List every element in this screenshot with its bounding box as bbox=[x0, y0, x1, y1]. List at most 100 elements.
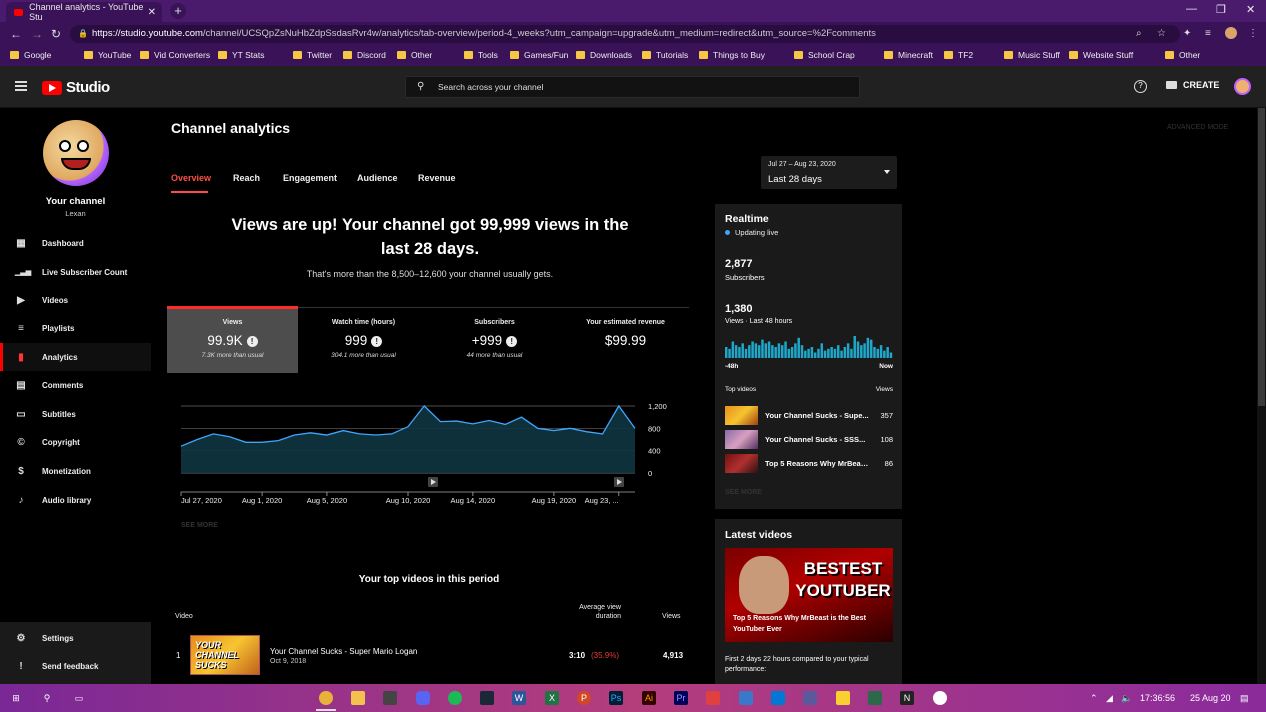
restore-icon[interactable]: ❐ bbox=[1216, 3, 1226, 16]
volume-icon[interactable]: 🔈 bbox=[1121, 693, 1132, 704]
latest-video-thumbnail[interactable]: BESTEST YOUTUBER Top 5 Reasons Why MrBea… bbox=[725, 548, 893, 642]
metric-card-subscribers[interactable]: Subscribers +999! 44 more than usual bbox=[429, 308, 560, 373]
discord-icon[interactable] bbox=[416, 691, 430, 705]
zoom-icon[interactable]: ⌕ bbox=[1136, 28, 1142, 39]
media-player-icon[interactable] bbox=[383, 691, 397, 705]
profile-avatar[interactable] bbox=[1225, 27, 1237, 39]
tab-reach[interactable]: Reach bbox=[233, 173, 260, 183]
help-icon[interactable]: ? bbox=[1134, 80, 1147, 93]
sidebar-item-audio-library[interactable]: ♪ Audio library bbox=[0, 486, 151, 514]
mail-icon[interactable] bbox=[771, 691, 785, 705]
create-button[interactable]: CREATE bbox=[1166, 80, 1219, 90]
tab-engagement[interactable]: Engagement bbox=[283, 173, 337, 183]
clock-date[interactable]: 25 Aug 20 bbox=[1190, 693, 1231, 703]
bookmark-item[interactable]: Music Stuff bbox=[1004, 50, 1060, 60]
bookmark-item[interactable]: Twitter bbox=[293, 50, 332, 60]
search-icon[interactable]: ⚲ bbox=[40, 691, 54, 705]
notes-icon[interactable] bbox=[739, 691, 753, 705]
word-icon[interactable]: W bbox=[512, 691, 526, 705]
bookmark-item[interactable]: Things to Buy bbox=[699, 50, 765, 60]
bookmark-item[interactable]: Discord bbox=[343, 50, 386, 60]
sidebar-item-videos[interactable]: ▶ Videos bbox=[0, 286, 151, 314]
bookmark-item[interactable]: Tutorials bbox=[642, 50, 688, 60]
tab-overview[interactable]: Overview bbox=[171, 173, 211, 183]
sidebar-item-comments[interactable]: ▤ Comments bbox=[0, 371, 151, 399]
close-window-icon[interactable]: ✕ bbox=[1246, 3, 1255, 16]
powerpoint-icon[interactable]: P bbox=[577, 691, 591, 705]
info-icon[interactable]: ! bbox=[371, 336, 383, 347]
url-bar[interactable]: 🔒 https://studio.youtube.com/channel/UCSQ… bbox=[70, 25, 1180, 43]
sticky-notes-icon[interactable] bbox=[836, 691, 850, 705]
tray-chevron-icon[interactable]: ⌃ bbox=[1090, 693, 1098, 704]
see-more-link[interactable]: SEE MORE bbox=[725, 489, 762, 496]
close-tab-icon[interactable]: ✕ bbox=[148, 7, 156, 18]
photoshop-icon[interactable]: Ps bbox=[609, 691, 623, 705]
hamburger-menu-icon[interactable] bbox=[15, 81, 27, 91]
tab-audience[interactable]: Audience bbox=[357, 173, 398, 183]
bookmark-item[interactable]: Other bbox=[397, 50, 432, 60]
new-tab-button[interactable]: + bbox=[170, 3, 186, 19]
illustrator-icon[interactable]: Ai bbox=[642, 691, 656, 705]
see-more-link[interactable]: SEE MORE bbox=[181, 522, 218, 529]
windows-start-icon[interactable]: ⊞ bbox=[9, 691, 23, 705]
tab-revenue[interactable]: Revenue bbox=[418, 173, 456, 183]
metric-card-watch-time[interactable]: Watch time (hours) 999! 304.1 more than … bbox=[298, 308, 429, 373]
table-row[interactable]: 1 YOUR CHANNEL SUCKS Your Channel Sucks … bbox=[171, 634, 691, 676]
bookmark-item[interactable]: YT Stats bbox=[218, 50, 264, 60]
premiere-icon[interactable]: Pr bbox=[674, 691, 688, 705]
app-icon[interactable] bbox=[706, 691, 720, 705]
sidebar-item-settings[interactable]: ⚙ Settings bbox=[0, 624, 151, 652]
info-icon[interactable]: ! bbox=[506, 336, 518, 347]
date-range-picker[interactable]: Jul 27 – Aug 23, 2020 Last 28 days bbox=[761, 156, 897, 189]
extensions-icon[interactable]: ✦ bbox=[1183, 28, 1191, 39]
excel-icon[interactable]: X bbox=[545, 691, 559, 705]
bookmark-item[interactable]: Games/Fun bbox=[510, 50, 568, 60]
notion-icon[interactable]: N bbox=[900, 691, 914, 705]
sidebar-item-monetization[interactable]: $ Monetization bbox=[0, 457, 151, 485]
steam-icon[interactable] bbox=[480, 691, 494, 705]
studio-logo[interactable]: Studio bbox=[42, 79, 110, 96]
notifications-icon[interactable]: ▤ bbox=[1240, 693, 1249, 704]
scrollbar-thumb[interactable] bbox=[1258, 108, 1265, 406]
minimize-icon[interactable]: — bbox=[1186, 3, 1197, 15]
spotify-icon[interactable] bbox=[448, 691, 462, 705]
bookmark-star-icon[interactable]: ☆ bbox=[1157, 28, 1166, 39]
list-item[interactable]: Your Channel Sucks - Supe... 357 bbox=[725, 406, 893, 426]
metric-card-revenue[interactable]: Your estimated revenue $99.99 bbox=[560, 308, 691, 373]
forward-icon[interactable]: → bbox=[31, 27, 43, 41]
channel-avatar[interactable] bbox=[43, 120, 109, 186]
reload-icon[interactable]: ↻ bbox=[51, 27, 61, 41]
browser-menu-icon[interactable]: ⋮ bbox=[1248, 28, 1258, 39]
sidebar-item-send-feedback[interactable]: ! Send feedback bbox=[0, 652, 151, 680]
info-icon[interactable]: ! bbox=[246, 336, 258, 347]
bookmark-item[interactable]: Downloads bbox=[576, 50, 632, 60]
wifi-icon[interactable]: ◢ bbox=[1106, 693, 1113, 704]
list-item[interactable]: Top 5 Reasons Why MrBeas... 86 bbox=[725, 454, 893, 474]
back-icon[interactable]: ← bbox=[10, 27, 22, 41]
file-explorer-icon[interactable] bbox=[351, 691, 365, 705]
sidebar-item-live-subscriber-count[interactable]: ▁▃▅ Live Subscriber Count bbox=[0, 258, 151, 286]
bookmark-item[interactable]: School Crap bbox=[794, 50, 855, 60]
clock-time[interactable]: 17:36:56 bbox=[1140, 693, 1175, 703]
sidebar-item-analytics[interactable]: ▮ Analytics bbox=[0, 343, 151, 371]
bookmark-item[interactable]: Vid Converters bbox=[140, 50, 210, 60]
video-thumbnail[interactable]: YOUR CHANNEL SUCKS bbox=[190, 635, 260, 675]
sidebar-item-playlists[interactable]: ≡ Playlists bbox=[0, 314, 151, 342]
account-avatar[interactable] bbox=[1234, 78, 1251, 95]
bookmark-item[interactable]: Other bbox=[1165, 50, 1200, 60]
browser-tab-active[interactable]: Channel analytics - YouTube Stu ✕ bbox=[6, 2, 162, 22]
bookmark-item[interactable]: TF2 bbox=[944, 50, 973, 60]
bookmark-item[interactable]: Google bbox=[10, 50, 51, 60]
media-icon[interactable]: ≡ bbox=[1205, 28, 1211, 39]
task-view-icon[interactable]: ▭ bbox=[72, 691, 86, 705]
page-scrollbar[interactable] bbox=[1257, 108, 1266, 684]
sidebar-item-dashboard[interactable]: ▦ Dashboard bbox=[0, 229, 151, 257]
performance-monitor-icon[interactable] bbox=[868, 691, 882, 705]
bookmark-item[interactable]: Website Stuff bbox=[1069, 50, 1133, 60]
list-item[interactable]: Your Channel Sucks - SSS... 108 bbox=[725, 430, 893, 450]
video-title[interactable]: Your Channel Sucks - Super Mario Logan bbox=[270, 647, 417, 656]
advanced-mode-link[interactable]: ADVANCED MODE bbox=[1167, 124, 1228, 131]
bookmark-item[interactable]: YouTube bbox=[84, 50, 131, 60]
calculator-icon[interactable] bbox=[803, 691, 817, 705]
bookmark-item[interactable]: Tools bbox=[464, 50, 498, 60]
